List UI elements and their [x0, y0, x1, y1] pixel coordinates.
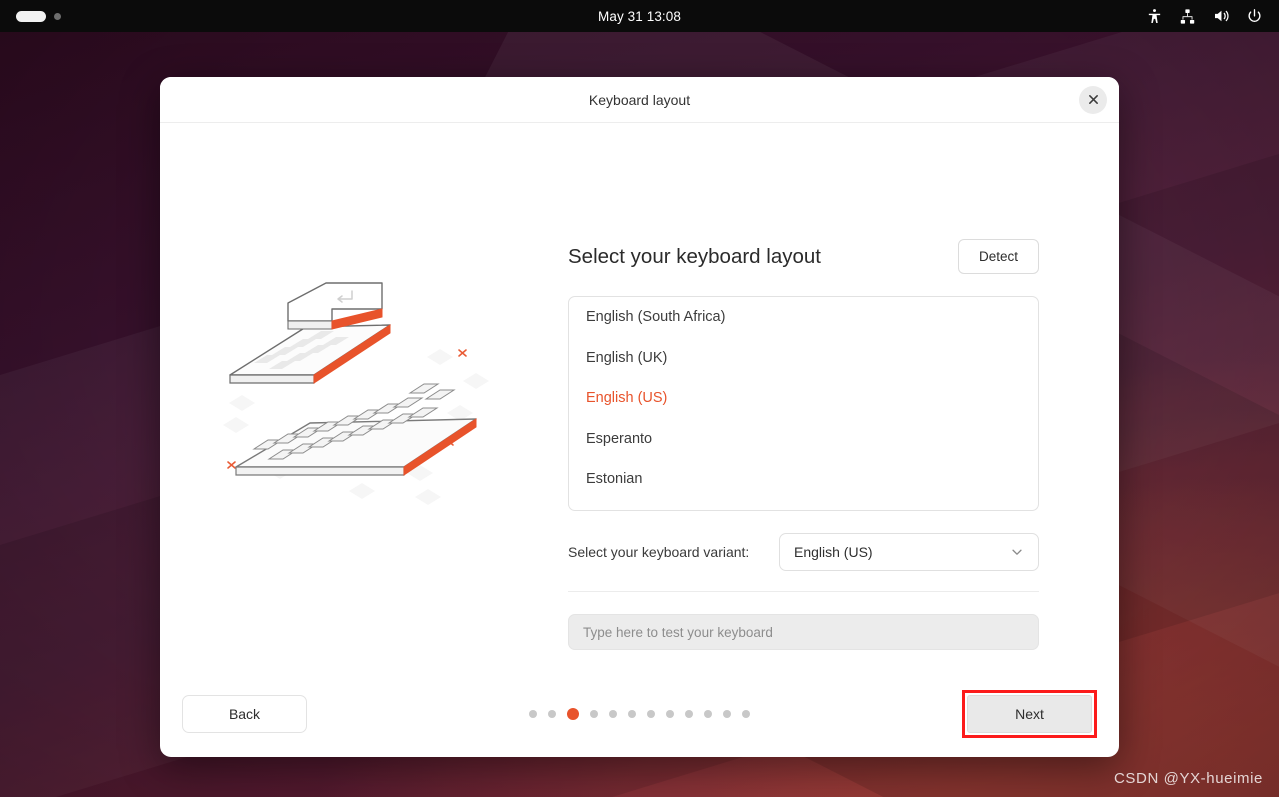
- variant-label: Select your keyboard variant:: [568, 544, 750, 560]
- form-pane: Select your keyboard layout Detect Engli…: [568, 123, 1119, 671]
- list-item[interactable]: English (South Africa): [569, 297, 1038, 338]
- power-icon[interactable]: [1246, 8, 1263, 25]
- watermark-label: CSDN @YX-hueimie: [1113, 770, 1263, 787]
- step-dot: [529, 710, 537, 718]
- step-dot: [609, 710, 617, 718]
- clock-label[interactable]: May 31 13:08: [0, 9, 1279, 24]
- list-item[interactable]: Esperanto: [569, 419, 1038, 460]
- step-dot: [628, 710, 636, 718]
- top-bar: May 31 13:08: [0, 0, 1279, 32]
- variant-selected-value: English (US): [794, 544, 873, 560]
- step-dot: [723, 710, 731, 718]
- accessibility-icon[interactable]: [1146, 8, 1163, 25]
- keyboard-layout-list[interactable]: English (South Africa) English (UK) Engl…: [568, 296, 1039, 511]
- step-dot-active: [567, 708, 579, 720]
- back-button[interactable]: Back: [182, 695, 307, 733]
- page-title: Select your keyboard layout: [568, 244, 821, 268]
- heading-row: Select your keyboard layout Detect: [568, 239, 1039, 274]
- step-dot: [647, 710, 655, 718]
- list-item[interactable]: Estonian: [569, 459, 1038, 500]
- variant-row: Select your keyboard variant: English (U…: [568, 533, 1039, 571]
- dialog-footer: Back Next: [160, 671, 1119, 757]
- step-dot: [685, 710, 693, 718]
- installer-dialog: Keyboard layout Select your keyboard lay…: [160, 77, 1119, 757]
- step-dot: [742, 710, 750, 718]
- next-button[interactable]: Next: [967, 695, 1092, 733]
- step-dot: [666, 710, 674, 718]
- next-button-annotation: Next: [962, 690, 1097, 738]
- detect-button[interactable]: Detect: [957, 239, 1039, 274]
- top-bar-right: [1146, 7, 1279, 25]
- section-divider: [568, 591, 1039, 592]
- list-item[interactable]: English (UK): [569, 338, 1038, 379]
- step-dot: [704, 710, 712, 718]
- step-dot: [590, 710, 598, 718]
- dialog-title: Keyboard layout: [588, 91, 691, 108]
- close-icon[interactable]: [1079, 85, 1107, 114]
- network-icon[interactable]: [1179, 8, 1196, 25]
- dialog-titlebar: Keyboard layout: [160, 77, 1119, 123]
- illustration-pane: [160, 123, 568, 671]
- list-item-selected[interactable]: English (US): [569, 378, 1038, 419]
- chevron-down-icon: [1010, 545, 1024, 559]
- variant-dropdown[interactable]: English (US): [779, 533, 1039, 571]
- keyboard-illustration-icon: [223, 282, 489, 505]
- step-dot: [548, 710, 556, 718]
- keyboard-test-input[interactable]: [568, 614, 1039, 650]
- volume-icon[interactable]: [1212, 7, 1230, 25]
- dialog-content: Select your keyboard layout Detect Engli…: [160, 123, 1119, 671]
